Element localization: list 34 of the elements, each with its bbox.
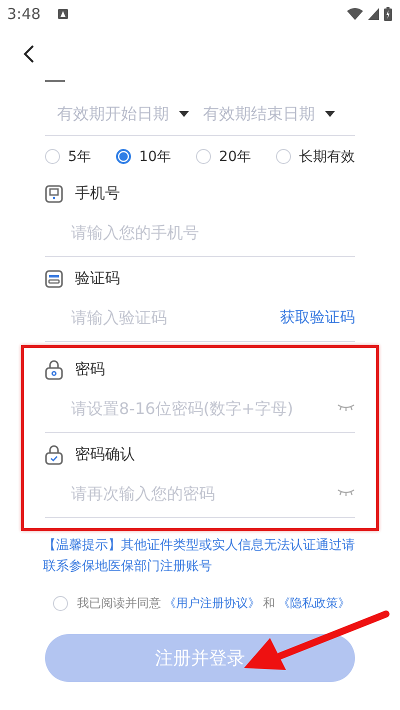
get-code-link[interactable]: 获取验证码	[280, 308, 355, 326]
tip-text: 【温馨提示】其他证件类型或实人信息无法认证通过请联系参保地医保部门注册账号	[43, 536, 356, 576]
input-field[interactable]: 请输入您的手机号	[71, 222, 355, 242]
field-label: 手机号	[75, 184, 120, 203]
user-agreement-link[interactable]: 《用户注册协议》	[164, 594, 260, 612]
password-field[interactable]: 请设置8-16位密码(数字+字母)	[71, 398, 337, 418]
lock-icon	[45, 360, 63, 380]
field-label: 验证码	[75, 269, 120, 288]
privacy-policy-link[interactable]: 《隐私政策》	[278, 594, 350, 612]
notification-icon	[58, 9, 68, 19]
field-label: 密码确认	[75, 445, 135, 464]
message-icon	[45, 270, 63, 288]
radio-label: 长期有效	[299, 148, 355, 166]
radio-label: 20年	[219, 148, 251, 166]
radio-button[interactable]	[116, 149, 132, 164]
wifi-icon	[347, 8, 363, 20]
back-icon[interactable]	[23, 44, 35, 64]
dropdown-caret-icon	[179, 111, 189, 117]
closed-eye-icon[interactable]	[337, 489, 355, 497]
battery-icon	[384, 7, 392, 21]
radio-label: 10年	[139, 148, 171, 166]
phone-icon	[45, 184, 63, 202]
signal-icon	[368, 8, 379, 20]
agreement-text: 我已阅读并同意	[77, 594, 161, 612]
field-label: 密码	[75, 360, 105, 379]
and-text: 和	[263, 594, 275, 612]
agree-checkbox[interactable]	[53, 596, 68, 610]
input-field[interactable]: 请输入验证码	[71, 308, 280, 326]
dropdown-caret-icon	[325, 111, 335, 117]
radio-label: 5年	[68, 148, 91, 166]
password-field[interactable]: 请再次输入您的密码	[71, 484, 337, 502]
lock-check-icon	[45, 444, 63, 464]
closed-eye-icon[interactable]	[337, 404, 355, 412]
status-time: 3:48	[7, 5, 41, 23]
